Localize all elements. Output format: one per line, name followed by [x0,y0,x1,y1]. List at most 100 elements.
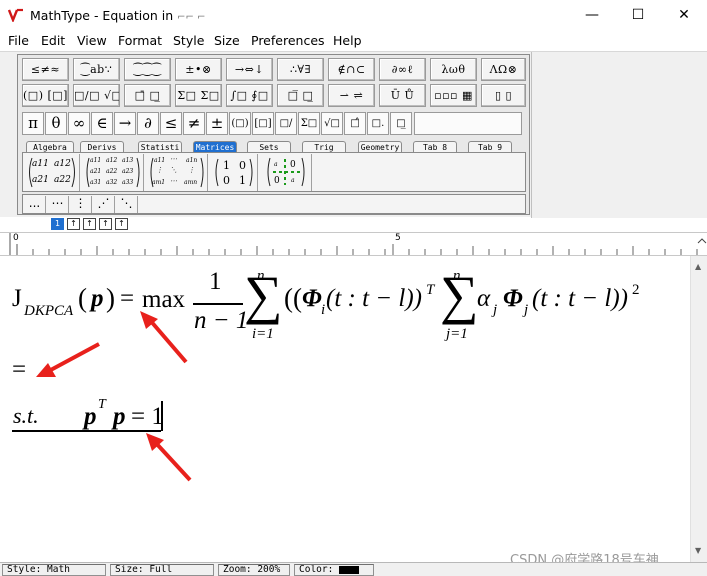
operator-symbols-palette[interactable]: ±•⊗ [175,58,222,81]
ellipsis-strip: ... ⋯ ⋮ ⋰ ⋱ [22,194,526,214]
subscript-superscript-palette[interactable]: □̄ □̲ [124,84,171,107]
misc-symbols-palette[interactable]: ∂∞ℓ [379,58,426,81]
not-equal-button[interactable]: ≠ [183,112,205,135]
labeled-arrow-palette[interactable]: ⇀ ⇌ [328,84,375,107]
underbar-template-button[interactable]: □̲ [390,112,412,135]
matrix-mxn-entry: amn [184,179,198,186]
partial-symbol-button[interactable]: ∂ [137,112,159,135]
sum-template-button[interactable]: Σ□ [298,112,320,135]
greek-lowercase-palette[interactable]: λωθ [430,58,477,81]
matrix-3x3-entry: a33 [122,179,134,186]
right-arrow-button[interactable]: → [114,112,136,135]
identity-entry: 1 [239,174,246,187]
menu-size[interactable]: Size [214,33,240,48]
matrix-2x2-entry: a11 [32,159,49,169]
close-button[interactable]: ✕ [661,0,707,31]
eq-phi-j: Φ [503,285,523,312]
less-equal-button[interactable]: ≤ [160,112,182,135]
menu-format[interactable]: Format [118,33,162,48]
eq-lparen: ( [78,283,87,313]
arrow-to-equals [36,342,100,377]
maximize-button[interactable]: ☐ [615,0,661,31]
size-button-4[interactable]: ↑ [99,218,112,230]
matrix-template-strip: a11 a12 a21 a22 a11 a12 a13 a21 a22 a23 … [22,152,526,192]
symbol-palette-panel: ≤≠≈ ⁐ab∵ ⁐⁐⁐ ±•⊗ →⇔↓ ∴∀∃ ∉∩⊂ ∂∞ℓ λωθ ΛΩ⊗… [17,54,530,215]
menu-view[interactable]: View [77,33,107,48]
identity-entry: 0 [223,174,230,187]
eq-args2: (t : t − l)) [532,285,629,312]
menu-help[interactable]: Help [333,33,362,48]
pi-symbol-button[interactable]: π [22,112,44,135]
equation-editor[interactable]: J DKPCA ( p ) = max 1 n − 1 n ∑ i=1 (( Φ… [0,256,690,562]
scroll-down-arrow-icon[interactable]: ▼ [695,546,701,555]
eq-frac-numerator: 1 [209,268,222,295]
menu-style[interactable]: Style [173,33,204,48]
ruler[interactable]: 0 5 [0,232,707,256]
ruler-mark-5: 5 [395,233,401,243]
theta-symbol-button[interactable]: θ [45,112,67,135]
underbar-overbar-palette[interactable]: □̅ □̲ [277,84,324,107]
scroll-up-arrow-icon[interactable]: ▲ [695,262,701,271]
fraction-template-button[interactable]: □/□ [275,112,297,135]
eq-sum1-sigma: ∑ [244,265,283,325]
matrix-mxn-entry: am1 [152,179,166,186]
element-of-button[interactable]: ∈ [91,112,113,135]
menu-edit[interactable]: Edit [41,33,65,48]
eq-sub-j2: j [524,302,529,318]
matrix-3x3-entry: a23 [122,168,134,175]
color-swatch [339,565,360,574]
box-strikeout-palette[interactable]: ▯ ▯ [481,84,526,107]
parentheses-template-button[interactable]: (□) [229,112,251,135]
greek-uppercase-palette[interactable]: ΛΩ⊗ [481,58,526,81]
summation-palette[interactable]: Σ□ Σ□ [175,84,222,107]
arrow-symbols-palette[interactable]: →⇔↓ [226,58,273,81]
identity-matrix-button[interactable]: 1 0 0 1 [210,154,258,191]
eq-constraint-p2: p [113,403,126,430]
matrix-3x3-entry: a31 [90,179,102,186]
eq-open-parens: (( [284,283,302,313]
plus-minus-button[interactable]: ± [206,112,228,135]
hat-template-button[interactable]: □̂ [344,112,366,135]
sqrt-template-button[interactable]: √□ [321,112,343,135]
matrix-2x2-button[interactable]: a11 a12 a21 a22 [24,154,80,191]
dot-template-button[interactable]: □. [367,112,389,135]
partitioned-matrix-button[interactable]: a 0 0 a [260,154,312,191]
infinity-symbol-button[interactable]: ∞ [68,112,90,135]
menu-preferences[interactable]: Preferences [251,33,325,48]
brackets-template-button[interactable]: [□] [252,112,274,135]
size-button-5[interactable]: ↑ [115,218,128,230]
window-title: MathType - Equation in ⌐⌐ ⌐ [30,8,206,23]
centered-dots-button[interactable]: ⋯ [47,196,69,213]
vertical-scrollbar[interactable]: ▲ ▼ [690,256,707,562]
baseline-dots-button[interactable]: ... [24,196,46,213]
fence-templates-palette[interactable]: (□) [□] [22,84,69,107]
spaces-ellipses-palette[interactable]: ⁐ab∵ [73,58,120,81]
matrix-palette[interactable]: ▫▫▫ ▦ [430,84,477,107]
vertical-dots-button[interactable]: ⋮ [70,196,92,213]
relational-symbols-palette[interactable]: ≤≠≈ [22,58,69,81]
diagonal-down-dots-button[interactable]: ⋱ [116,196,138,213]
size-button-1[interactable]: 1 [51,218,64,230]
integral-palette[interactable]: ∫□ ∮□ [226,84,273,107]
matrix-2x2-entry: a22 [54,175,71,185]
logical-symbols-palette[interactable]: ∴∀∃ [277,58,324,81]
right-empty-panel [531,52,707,218]
matrix-mxn-entry: ⋮ [156,166,163,174]
size-button-2[interactable]: ↑ [67,218,80,230]
products-set-palette[interactable]: Ū Ů [379,84,426,107]
matrix-mxn-button[interactable]: a11 ⋯ a1n ⋮ ⋱ ⋮ am1 ⋯ amn [146,154,208,191]
size-button-3[interactable]: ↑ [83,218,96,230]
fraction-radical-palette[interactable]: □/□ √□ [73,84,120,107]
matrix-3x3-button[interactable]: a11 a12 a13 a21 a22 a23 a31 a32 a33 [82,154,144,191]
eq-sub-i: i [321,302,326,318]
menu-file[interactable]: File [8,33,29,48]
eq-fraction-bar [193,303,243,305]
set-theory-palette[interactable]: ∉∩⊂ [328,58,375,81]
eq-sum1-lower: i=1 [252,326,274,342]
matrix-3x3-entry: a32 [106,179,118,186]
embellishments-palette[interactable]: ⁐⁐⁐ [124,58,171,81]
minimize-button[interactable]: — [569,0,615,31]
diagonal-up-dots-button[interactable]: ⋰ [93,196,115,213]
svg-text:0: 0 [274,176,280,186]
status-size: Size: Full [110,564,214,576]
